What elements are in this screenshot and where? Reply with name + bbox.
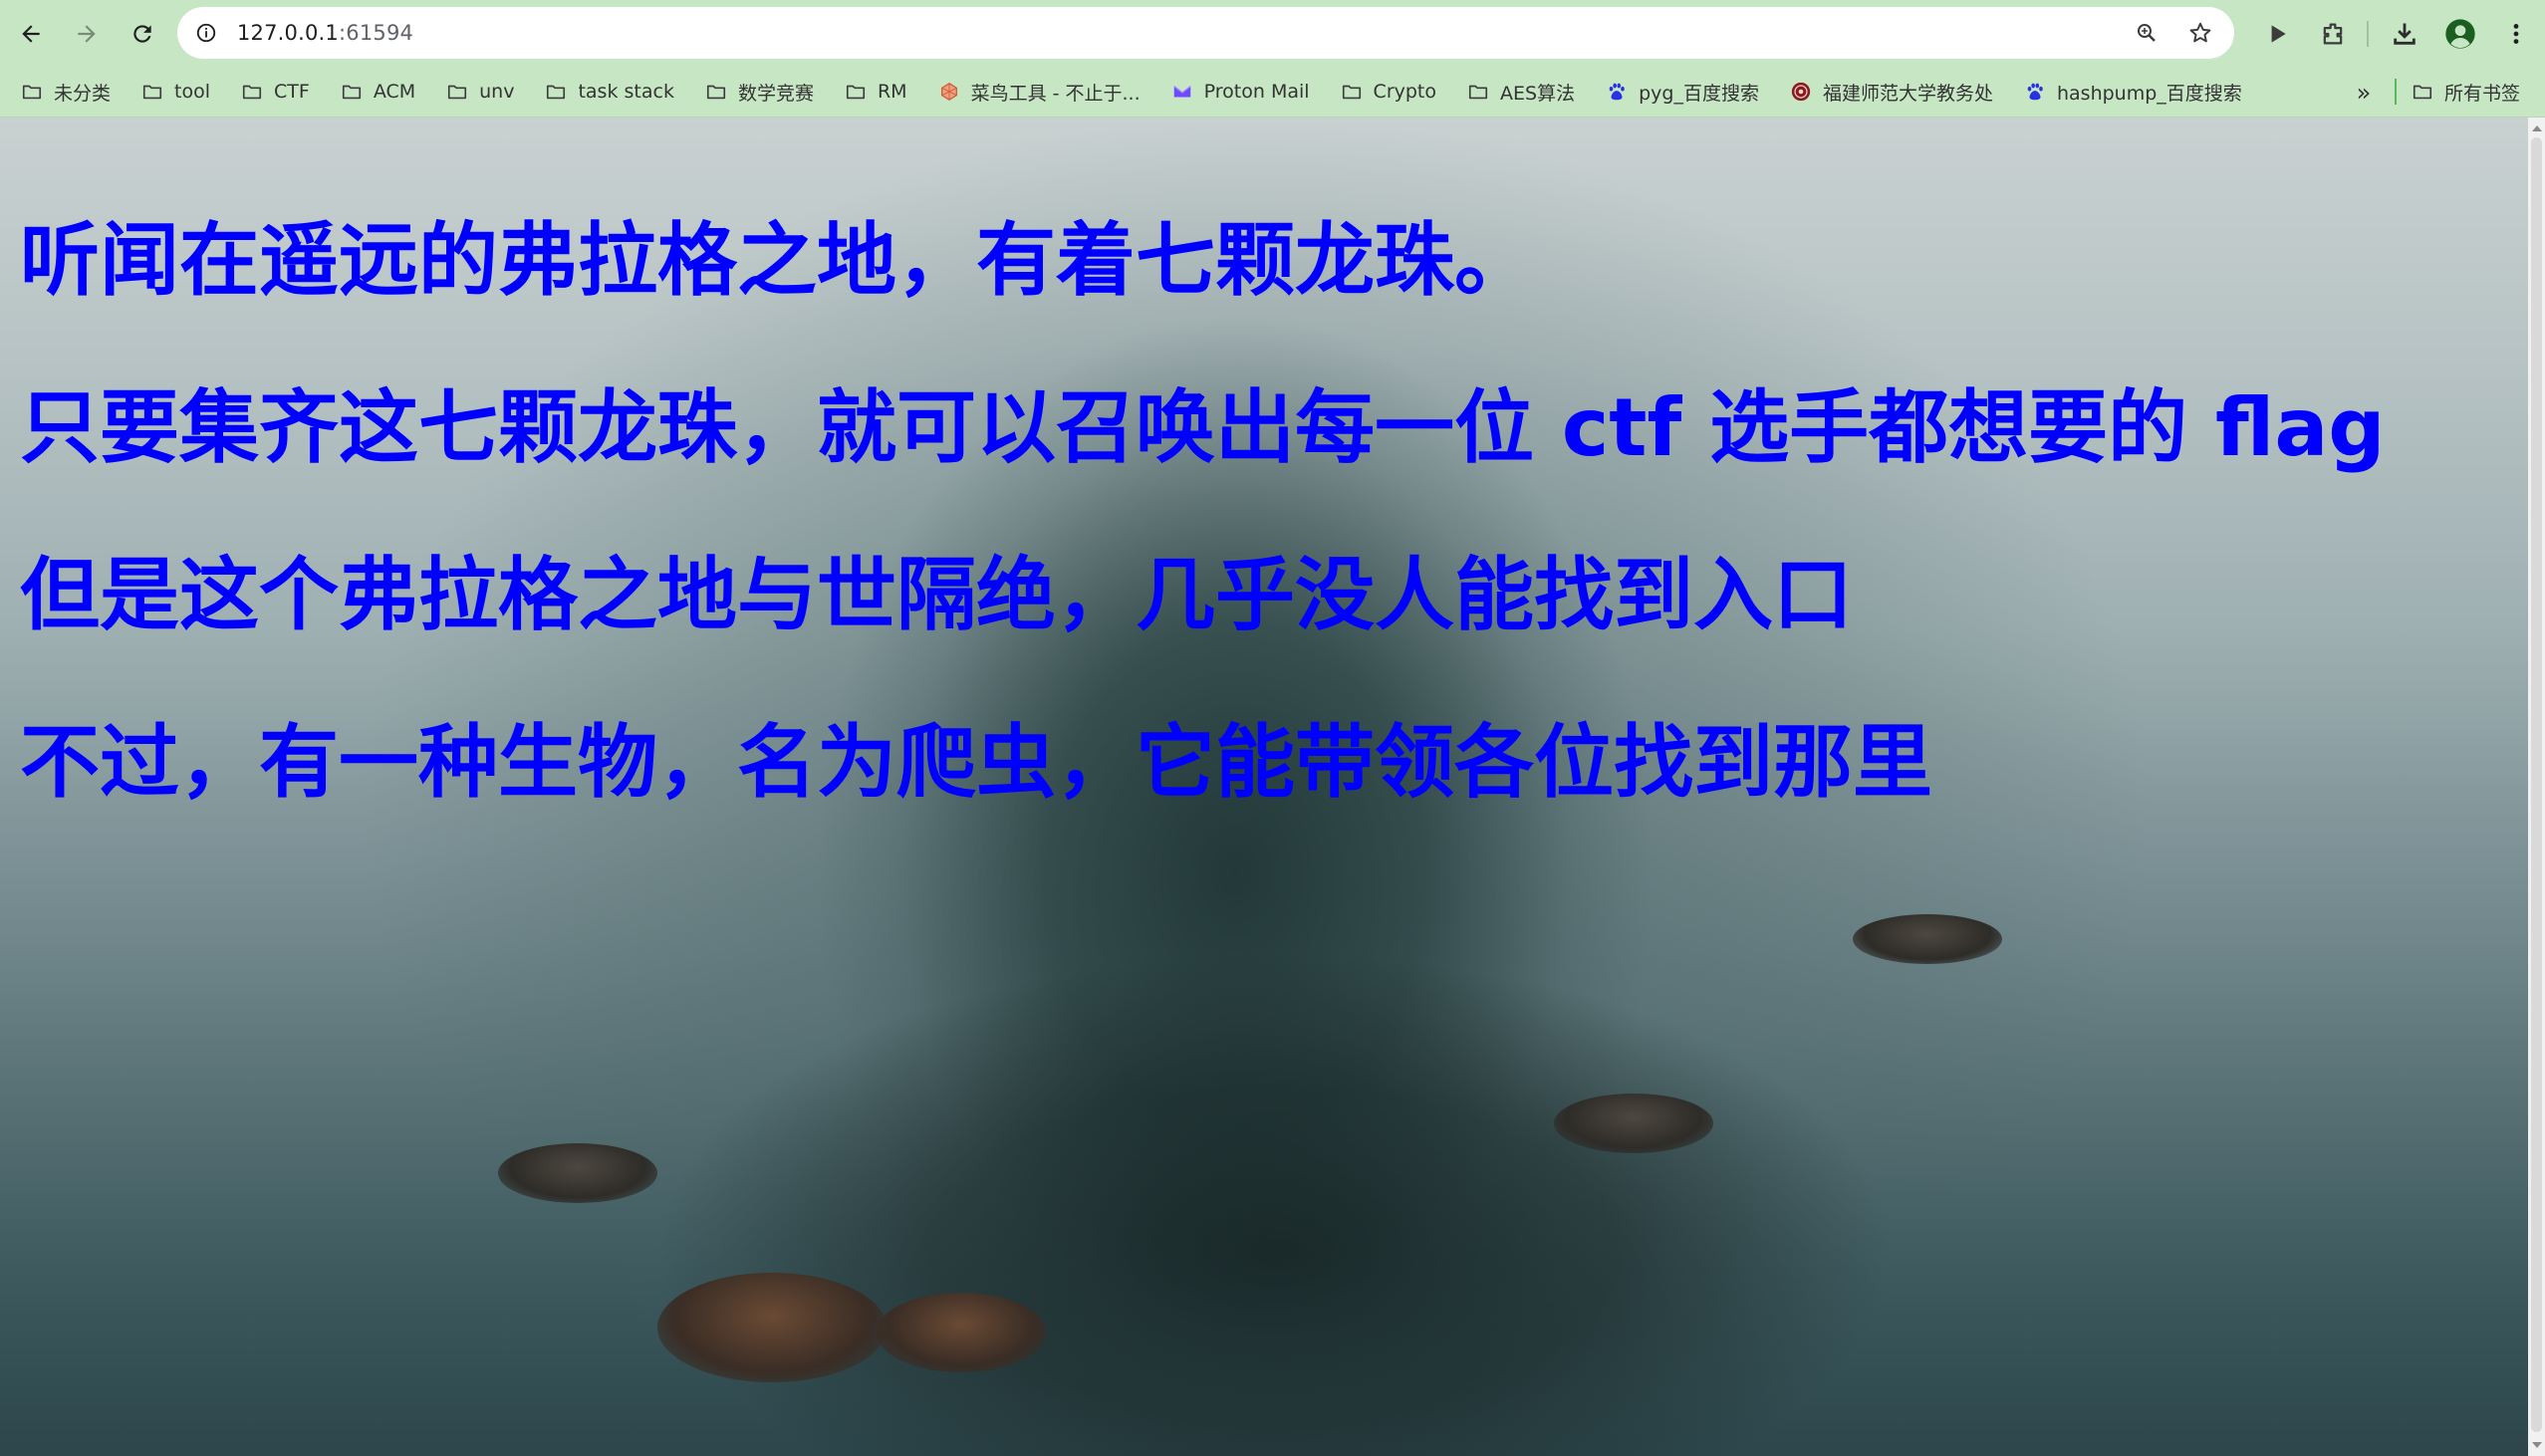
bookmarks-bar: 未分类 tool CTF ACM unv task stack 数学竞赛 RM [0, 67, 2545, 118]
story-line: 只要集齐这七颗龙珠，就可以召唤出每一位 ctf 选手都想要的 flag [20, 381, 2386, 474]
story-text: 听闻在遥远的弗拉格之地，有着七颗龙珠。 只要集齐这七颗龙珠，就可以召唤出每一位 … [20, 177, 2386, 847]
bookmark-item[interactable]: RM [824, 72, 917, 112]
scroll-up-arrow-icon[interactable] [2532, 125, 2542, 131]
arrow-right-icon [78, 24, 96, 43]
story-line: 但是这个弗拉格之地与世隔绝，几乎没人能找到入口 [20, 549, 1853, 641]
address-bar[interactable]: 127.0.0.1:61594 [177, 7, 2234, 59]
bookmark-label: ACM [373, 81, 416, 103]
toolbar-separator [2367, 21, 2369, 47]
folder-icon [704, 80, 728, 104]
download-icon [2394, 23, 2416, 45]
bookmark-item[interactable]: hashpump_百度搜索 [2003, 72, 2252, 112]
bookmark-label: unv [479, 81, 515, 103]
bookmarks-overflow-button[interactable]: » [2346, 75, 2382, 111]
reload-button[interactable] [118, 9, 167, 59]
bookmark-label: 福建师范大学教务处 [1822, 82, 1993, 105]
url-host: 127.0.0.1 [237, 21, 339, 45]
bookmark-item[interactable]: ACM [320, 72, 425, 112]
bookmark-label: task stack [578, 81, 674, 103]
bookmarks-divider [2395, 79, 2397, 105]
folder-icon [20, 80, 44, 104]
extensions-button[interactable] [2307, 8, 2359, 60]
rock [877, 1293, 1046, 1372]
bookmark-label: 未分类 [54, 82, 112, 105]
menu-button[interactable] [2490, 8, 2542, 60]
menu-icon [2513, 24, 2519, 44]
folder-icon [140, 80, 164, 104]
bookmark-item[interactable]: tool [121, 72, 220, 112]
rock [498, 1143, 657, 1203]
bookmark-label: pyg_百度搜索 [1639, 82, 1759, 105]
info-icon [196, 23, 216, 43]
bookmark-star-icon [2189, 22, 2211, 43]
arrow-left-icon [22, 24, 40, 43]
bookmark-item[interactable]: 未分类 [0, 72, 121, 112]
folder-icon [445, 80, 469, 104]
bookmark-item[interactable]: CTF [220, 72, 320, 112]
story-line: 不过，有一种生物，名为爬虫，它能带领各位找到那里 [20, 716, 1932, 809]
bookmark-label: Crypto [1373, 81, 1437, 103]
browser-toolbar: 127.0.0.1:61594 [0, 0, 2545, 67]
site-info-button[interactable] [189, 16, 223, 50]
university-icon [1789, 80, 1813, 104]
folder-icon [1340, 80, 1364, 104]
folder-icon [1466, 80, 1490, 104]
bookmark-item[interactable]: 福建师范大学教务处 [1769, 72, 2003, 112]
reload-icon [133, 24, 151, 43]
extensions-icon [2323, 23, 2343, 45]
url-text[interactable]: 127.0.0.1:61594 [237, 21, 413, 45]
bookmark-label: 菜鸟工具 - 不止于... [970, 82, 1141, 105]
bookmark-label: AES算法 [1500, 82, 1576, 105]
bookmark-label: CTF [274, 81, 310, 103]
folder-icon [240, 80, 264, 104]
folder-icon [2411, 80, 2434, 104]
download-button[interactable] [2379, 8, 2430, 60]
media-play-icon [2271, 25, 2286, 43]
back-button[interactable] [6, 9, 56, 59]
scrollbar-thumb[interactable] [2531, 137, 2542, 1432]
all-bookmarks-button[interactable]: 所有书签 [2411, 72, 2520, 112]
folder-icon [340, 80, 364, 104]
bookmark-label: tool [174, 81, 210, 103]
vertical-scrollbar[interactable] [2528, 118, 2545, 1456]
bookmark-label: 数学竞赛 [737, 82, 814, 105]
bookmark-label: RM [877, 81, 907, 103]
bookmark-item[interactable]: 数学竞赛 [684, 72, 824, 112]
bookmark-label: Proton Mail [1203, 81, 1310, 103]
runoob-icon [937, 80, 961, 104]
folder-icon [544, 80, 568, 104]
story-line: 听闻在遥远的弗拉格之地，有着七颗龙珠。 [20, 214, 1534, 307]
chevron-double-right-icon: » [2356, 79, 2372, 107]
bookmark-item[interactable]: pyg_百度搜索 [1585, 72, 1769, 112]
media-play-button[interactable] [2251, 8, 2303, 60]
profile-button[interactable] [2434, 8, 2486, 60]
browser-window: 127.0.0.1:61594 未分类 tool CTF ACM unv tas… [0, 0, 2545, 1456]
zoom-button[interactable] [2129, 15, 2164, 51]
rock [657, 1273, 887, 1382]
bookmark-label: hashpump_百度搜索 [2056, 82, 2242, 105]
profile-icon [2445, 19, 2475, 49]
bookmark-item[interactable]: Proton Mail [1150, 72, 1320, 112]
forward-button[interactable] [62, 9, 112, 59]
rock [1554, 1093, 1713, 1153]
bookmark-item[interactable]: task stack [524, 72, 683, 112]
baidu-icon [1605, 80, 1629, 104]
bookmark-item[interactable]: unv [425, 72, 524, 112]
zoom-icon [2138, 24, 2156, 42]
all-bookmarks-label: 所有书签 [2444, 82, 2521, 105]
bookmark-item[interactable]: 菜鸟工具 - 不止于... [917, 72, 1150, 112]
rock [1853, 914, 2002, 964]
url-port: :61594 [339, 21, 414, 45]
bookmark-item[interactable]: Crypto [1320, 72, 1446, 112]
bookmark-star-button[interactable] [2182, 15, 2218, 51]
baidu-icon [2023, 80, 2047, 104]
page-viewport: 听闻在遥远的弗拉格之地，有着七颗龙珠。 只要集齐这七颗龙珠，就可以召唤出每一位 … [0, 118, 2528, 1456]
proton-icon [1170, 80, 1194, 104]
folder-icon [844, 80, 868, 104]
bookmark-item[interactable]: AES算法 [1446, 72, 1585, 112]
scroll-down-arrow-icon[interactable] [2532, 1442, 2542, 1448]
